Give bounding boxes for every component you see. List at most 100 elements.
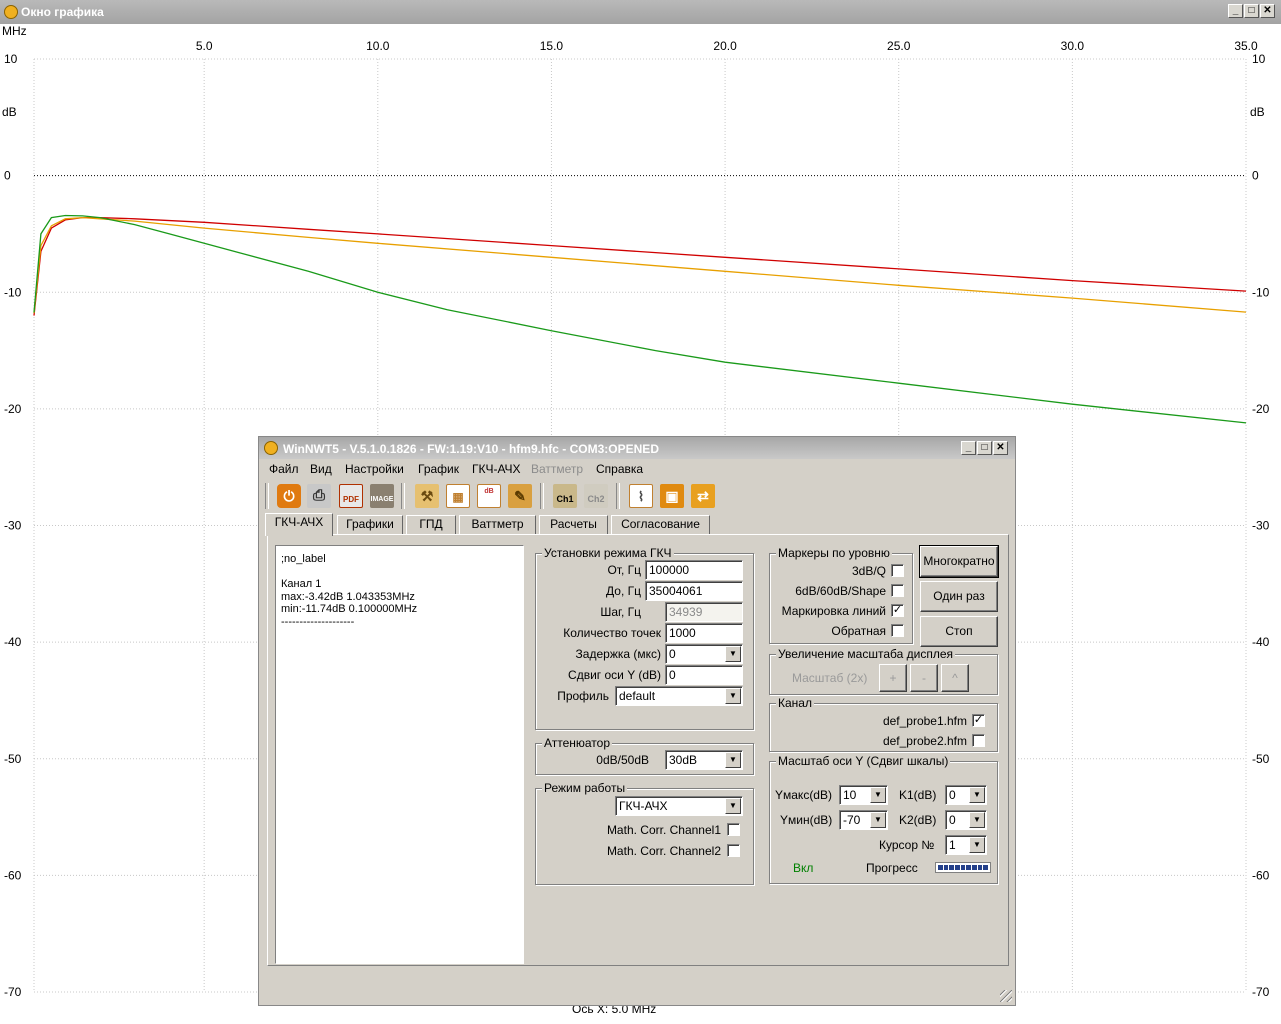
menu-view[interactable]: Вид: [310, 462, 332, 476]
k2-label: K2(dB): [899, 813, 937, 827]
toolbar-separator: [616, 483, 620, 509]
step-field: [665, 602, 743, 622]
result-memo[interactable]: ;no_label Канал 1 max:-3.42dB 1.043353MH…: [275, 545, 524, 964]
toolbar-separator: [540, 483, 544, 509]
dialog-titlebar[interactable]: WinNWT5 - V.5.1.0.1826 - FW:1.19:V10 - h…: [259, 437, 1015, 459]
y-tick-label-right: -10: [1252, 285, 1270, 299]
power-icon[interactable]: ⏻: [277, 484, 301, 508]
line-marking-checkbox[interactable]: ✓: [891, 604, 904, 617]
db-scale-icon[interactable]: dB: [477, 484, 501, 508]
zoom-legend: Увеличение масштаба дисплея: [776, 647, 956, 661]
app-icon: [4, 5, 18, 19]
minimize-button[interactable]: _: [1228, 4, 1243, 18]
mode-select[interactable]: ГКЧ-АЧХ ▼: [615, 796, 743, 816]
q3db-checkbox[interactable]: [891, 564, 904, 577]
swap-icon[interactable]: ⇄: [691, 484, 715, 508]
y-tick-label-right: -70: [1252, 985, 1270, 999]
y-unit-left: dB: [2, 105, 17, 119]
chevron-down-icon[interactable]: ▼: [969, 787, 985, 803]
chevron-down-icon[interactable]: ▼: [725, 688, 741, 704]
zoom-minus-button[interactable]: -: [910, 664, 938, 692]
to-field[interactable]: [645, 581, 743, 601]
tab-calculations[interactable]: Расчеты: [539, 515, 608, 534]
grid-settings-icon[interactable]: ▦: [446, 484, 470, 508]
tab-sweep[interactable]: ГКЧ-АЧХ: [265, 513, 333, 536]
chevron-down-icon[interactable]: ▼: [725, 646, 741, 662]
x-tick-label: 10.0: [366, 39, 390, 53]
menu-help[interactable]: Справка: [596, 462, 643, 476]
chevron-down-icon[interactable]: ▼: [969, 812, 985, 828]
profile-select[interactable]: default ▼: [615, 686, 743, 706]
on-indicator: Вкл: [793, 861, 814, 875]
corr1-checkbox[interactable]: [727, 823, 740, 836]
attenuator-legend: Аттенюатор: [542, 736, 613, 750]
progress-segment: [949, 865, 955, 870]
mode-legend: Режим работы: [542, 781, 628, 795]
ymin-value: -70: [843, 813, 861, 827]
to-label: До, Гц: [606, 584, 641, 598]
from-field[interactable]: [645, 560, 743, 580]
dialog-title: WinNWT5 - V.5.1.0.1826 - FW:1.19:V10 - h…: [283, 442, 659, 456]
channel2-icon[interactable]: Ch2: [584, 484, 608, 508]
repeat-button[interactable]: Многократно: [919, 545, 999, 578]
probe1-checkbox[interactable]: ✓: [972, 714, 985, 727]
k1-select[interactable]: 0 ▼: [945, 785, 987, 805]
shape-checkbox[interactable]: [891, 584, 904, 597]
ymin-select[interactable]: -70 ▼: [839, 810, 888, 830]
sweep-curve-icon[interactable]: ⌇: [629, 484, 653, 508]
toolbar-separator: [401, 483, 405, 509]
save-icon[interactable]: ▣: [660, 484, 684, 508]
menu-file[interactable]: Файл: [269, 462, 299, 476]
tab-graphs[interactable]: Графики: [337, 515, 403, 534]
channel1-icon[interactable]: Ch1: [553, 484, 577, 508]
probe2-checkbox[interactable]: [972, 734, 985, 747]
resize-grip-icon[interactable]: [1000, 990, 1012, 1002]
progress-segment: [983, 865, 989, 870]
attenuator-select[interactable]: 30dB ▼: [665, 750, 743, 770]
points-field[interactable]: [665, 623, 743, 643]
attenuator-label: 0dB/50dB: [596, 753, 649, 767]
dialog-maximize-button[interactable]: □: [977, 441, 992, 455]
tools-icon[interactable]: ⚒: [415, 484, 439, 508]
chevron-down-icon[interactable]: ▼: [725, 752, 741, 768]
close-button[interactable]: ✕: [1260, 4, 1275, 18]
level-markers-legend: Маркеры по уровню: [776, 546, 892, 560]
zoom-up-button[interactable]: ^: [941, 664, 969, 692]
x-tick-label: 25.0: [887, 39, 911, 53]
ymax-select[interactable]: 10 ▼: [839, 785, 888, 805]
menu-graph[interactable]: График: [418, 462, 459, 476]
chevron-down-icon[interactable]: ▼: [969, 837, 985, 853]
tab-vfo[interactable]: ГПД: [406, 515, 456, 534]
image-icon[interactable]: IMAGE: [370, 484, 394, 508]
printer-icon[interactable]: ⎙: [307, 484, 331, 508]
toolbar: ⏻ ⎙ PDF IMAGE ⚒ ▦ dB ✎ Ch1 Ch2 ⌇ ▣ ⇄: [259, 481, 1015, 511]
chevron-down-icon[interactable]: ▼: [725, 798, 741, 814]
once-button[interactable]: Один раз: [920, 581, 998, 612]
calibrate-icon[interactable]: ✎: [508, 484, 532, 508]
step-label: Шаг, Гц: [600, 605, 641, 619]
maximize-button[interactable]: □: [1244, 4, 1259, 18]
pdf-icon[interactable]: PDF: [339, 484, 363, 508]
yshift-field[interactable]: [665, 665, 743, 685]
dialog-minimize-button[interactable]: _: [961, 441, 976, 455]
cursor-select[interactable]: 1 ▼: [945, 835, 987, 855]
y-tick-label-left: -30: [4, 519, 22, 533]
winnwt-dialog[interactable]: WinNWT5 - V.5.1.0.1826 - FW:1.19:V10 - h…: [258, 436, 1016, 1006]
graph-window-titlebar[interactable]: Окно графика _ □ ✕: [0, 0, 1281, 24]
menu-sweep[interactable]: ГКЧ-АЧХ: [472, 462, 521, 476]
tab-wattmeter[interactable]: Ваттметр: [459, 515, 536, 534]
chevron-down-icon[interactable]: ▼: [870, 787, 886, 803]
corr2-checkbox[interactable]: [727, 844, 740, 857]
y-tick-label-left: -20: [4, 402, 22, 416]
inverse-checkbox[interactable]: [891, 624, 904, 637]
delay-select[interactable]: 0 ▼: [665, 644, 743, 664]
menu-settings[interactable]: Настройки: [345, 462, 404, 476]
tab-matching[interactable]: Согласование: [611, 515, 710, 534]
x-tick-label: 15.0: [540, 39, 564, 53]
stop-button[interactable]: Стоп: [920, 616, 998, 647]
y-tick-label-left: -70: [4, 985, 22, 999]
chevron-down-icon[interactable]: ▼: [870, 812, 886, 828]
dialog-close-button[interactable]: ✕: [993, 441, 1008, 455]
k2-select[interactable]: 0 ▼: [945, 810, 987, 830]
zoom-plus-button[interactable]: +: [879, 664, 907, 692]
